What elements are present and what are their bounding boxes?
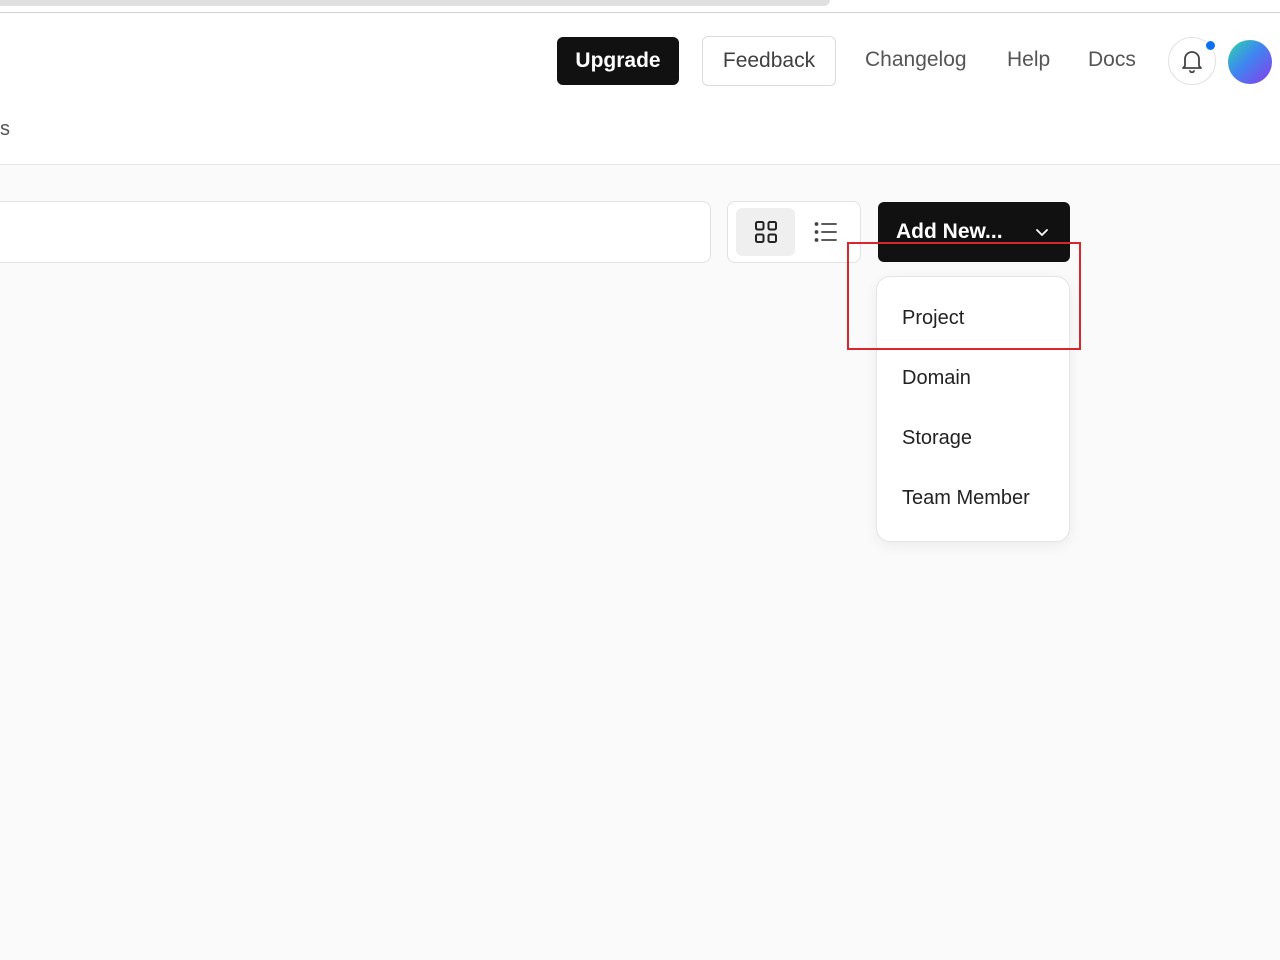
top-scrollbar[interactable] [0, 0, 1280, 13]
menu-item-storage[interactable]: Storage [902, 427, 972, 450]
list-view-button[interactable] [796, 208, 855, 256]
menu-item-project[interactable]: Project [902, 307, 964, 330]
page: Upgrade Feedback Changelog Help Docs s A… [0, 0, 1280, 960]
docs-link[interactable]: Docs [1088, 48, 1136, 72]
list-icon [814, 222, 837, 242]
upgrade-button[interactable]: Upgrade [557, 37, 679, 85]
search-input[interactable] [0, 201, 711, 263]
notification-badge [1204, 39, 1217, 52]
grid-view-button[interactable] [736, 208, 795, 256]
tab-label-fragment[interactable]: s [0, 118, 10, 141]
add-new-dropdown-menu: Project Domain Storage Team Member [876, 276, 1070, 542]
menu-item-team-member[interactable]: Team Member [902, 487, 1030, 510]
feedback-button[interactable]: Feedback [702, 36, 836, 86]
bell-icon [1182, 51, 1202, 74]
grid-icon [754, 221, 777, 243]
add-new-label: Add New... [896, 220, 1003, 243]
chevron-down-icon [1036, 229, 1048, 236]
changelog-link[interactable]: Changelog [865, 48, 967, 72]
scrollbar-thumb[interactable] [0, 0, 830, 6]
header: Upgrade Feedback Changelog Help Docs s [0, 13, 1280, 165]
menu-item-domain[interactable]: Domain [902, 367, 971, 390]
add-new-button[interactable]: Add New... [878, 202, 1070, 262]
view-toggle [727, 201, 861, 263]
help-link[interactable]: Help [1007, 48, 1050, 72]
avatar[interactable] [1228, 40, 1272, 84]
